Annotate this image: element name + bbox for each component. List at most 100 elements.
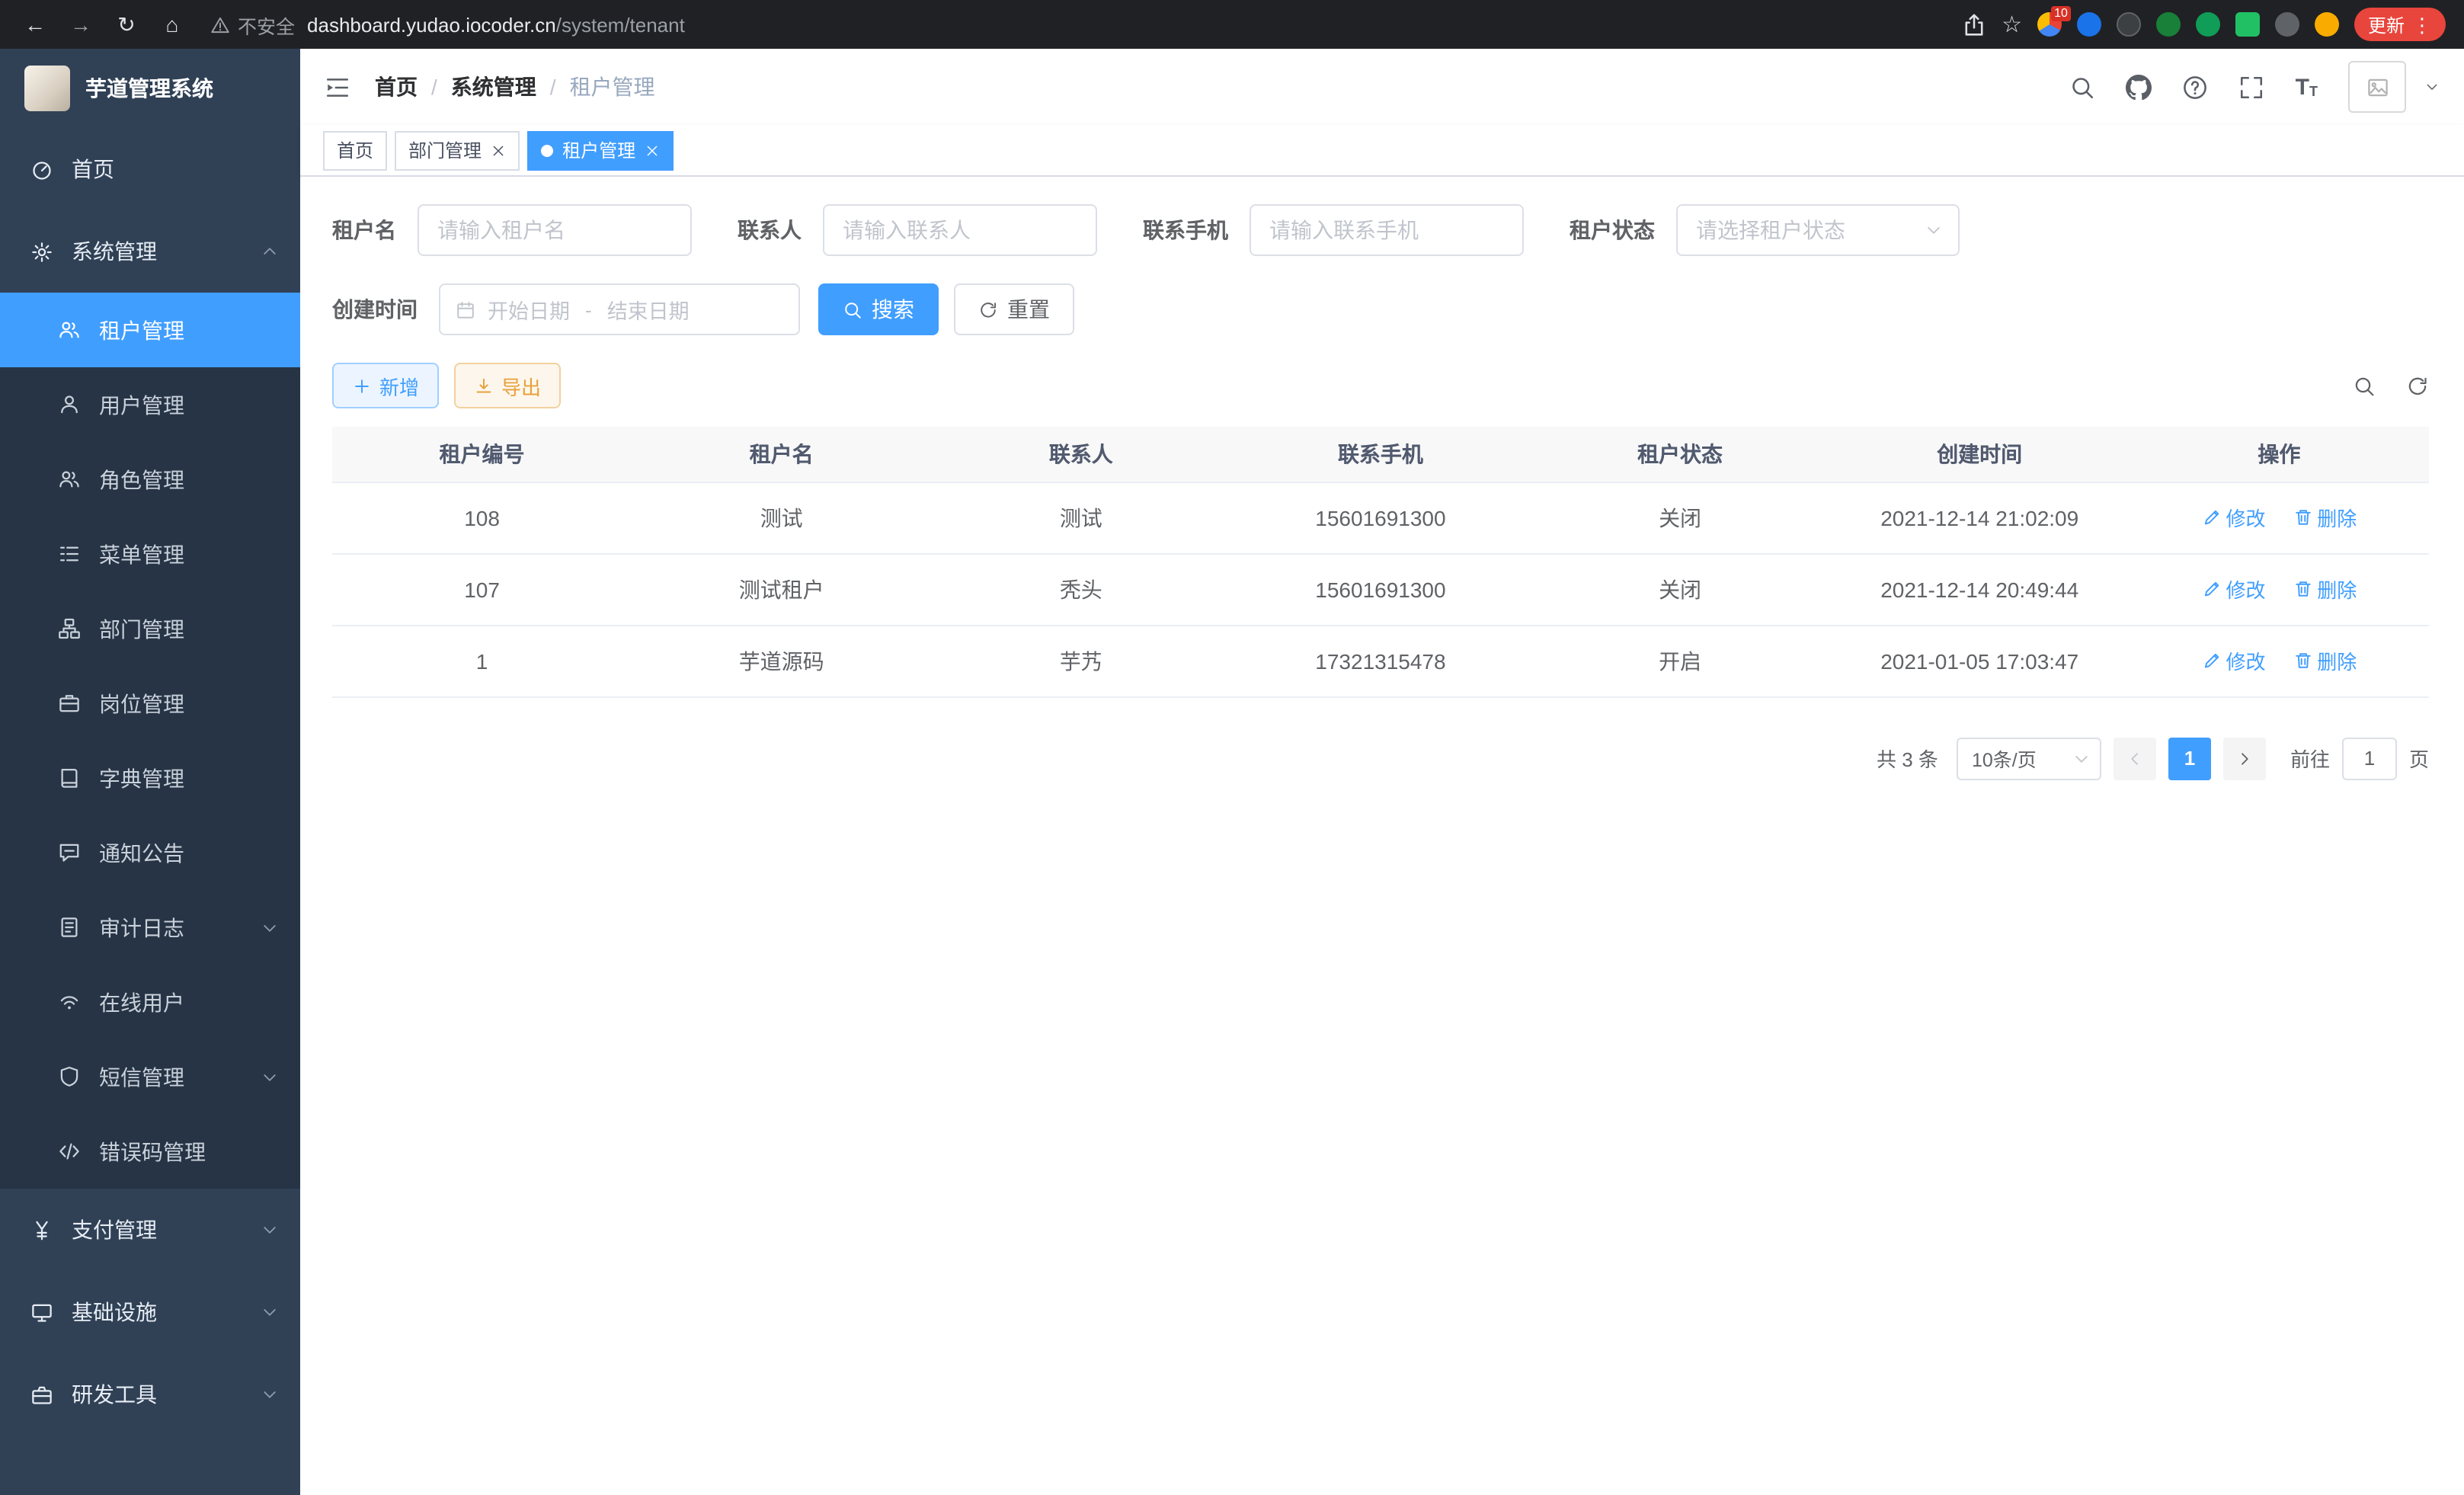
sidebar-item-label: 角色管理 [99, 464, 184, 495]
tenant-name-input[interactable] [418, 204, 692, 256]
sidebar-item-label: 菜单管理 [99, 539, 184, 569]
browser-back-button[interactable]: ← [18, 8, 52, 41]
avatar-menu-button[interactable] [2424, 79, 2440, 94]
prev-page-button[interactable] [2114, 737, 2156, 780]
question-circle-icon [2183, 74, 2209, 100]
gear-icon [30, 240, 53, 263]
status-select[interactable]: 请选择租户状态 [1676, 204, 1960, 256]
delete-link[interactable]: 删除 [2293, 646, 2357, 675]
extension-icon[interactable] [2315, 12, 2339, 37]
browser-reload-button[interactable]: ↻ [110, 8, 143, 41]
page-number-button[interactable]: 1 [2168, 737, 2211, 780]
extension-icon[interactable] [2117, 12, 2141, 37]
sidebar-item-payment[interactable]: 支付管理 [0, 1189, 300, 1271]
sidebar-item-user[interactable]: 用户管理 [0, 367, 300, 442]
breadcrumb: 首页 / 系统管理 / 租户管理 [375, 72, 655, 102]
sidebar-toggle-button[interactable] [325, 74, 350, 100]
cell-name: 测试租户 [632, 553, 931, 625]
toggle-search-button[interactable] [2353, 374, 2376, 397]
total-count: 共 3 条 [1877, 744, 1938, 773]
font-size-button[interactable]: TT [2296, 75, 2318, 98]
extension-icon[interactable] [2196, 12, 2220, 37]
browser-update-button[interactable]: 更新 ⋮ [2354, 8, 2446, 41]
add-button[interactable]: 新增 [332, 363, 439, 408]
reset-button[interactable]: 重置 [954, 283, 1074, 335]
phone-input[interactable] [1250, 204, 1524, 256]
edit-label: 修改 [2226, 575, 2265, 603]
bookmark-star-icon[interactable]: ☆ [2002, 11, 2022, 38]
extensions-puzzle-icon[interactable] [2275, 12, 2299, 37]
page-size-select[interactable]: 10条/页 [1957, 737, 2101, 780]
sidebar-item-devtools[interactable]: 研发工具 [0, 1353, 300, 1436]
tab-home[interactable]: 首页 [323, 130, 387, 170]
sidebar-item-label: 在线用户 [99, 987, 184, 1017]
breadcrumb-home[interactable]: 首页 [375, 72, 418, 102]
sidebar-item-role[interactable]: 角色管理 [0, 442, 300, 517]
help-button[interactable] [2183, 74, 2209, 100]
sidebar-item-home[interactable]: 首页 [0, 128, 300, 210]
delete-link[interactable]: 删除 [2293, 503, 2357, 532]
sidebar-item-infrastructure[interactable]: 基础设施 [0, 1271, 300, 1353]
site-security-indicator[interactable]: 不安全 [210, 10, 295, 39]
extension-icon[interactable] [2077, 12, 2101, 37]
export-button-label: 导出 [501, 371, 541, 400]
document-log-icon [58, 916, 81, 939]
toolbox-icon [30, 1383, 53, 1406]
browser-forward-button[interactable]: → [64, 8, 98, 41]
sidebar-item-audit-log[interactable]: 审计日志 [0, 890, 300, 965]
cell-name: 芋道源码 [632, 625, 931, 696]
page-unit-label: 页 [2409, 744, 2429, 773]
share-icon[interactable] [1960, 11, 1986, 37]
sidebar-item-post[interactable]: 岗位管理 [0, 666, 300, 741]
delete-link[interactable]: 删除 [2293, 575, 2357, 603]
cell-status: 开启 [1531, 625, 1830, 696]
sidebar-item-online-user[interactable]: 在线用户 [0, 965, 300, 1039]
user-icon [58, 393, 81, 416]
extension-icon[interactable] [2156, 12, 2181, 37]
sidebar-item-menu[interactable]: 菜单管理 [0, 517, 300, 591]
tab-tenant[interactable]: 租户管理 [527, 130, 674, 170]
extension-icon[interactable]: 10 [2037, 12, 2062, 37]
cell-status: 关闭 [1531, 553, 1830, 625]
edit-link[interactable]: 修改 [2201, 575, 2265, 603]
next-page-button[interactable] [2223, 737, 2266, 780]
contact-input[interactable] [823, 204, 1097, 256]
search-button-label: 搜索 [872, 294, 914, 325]
sidebar-item-tenant[interactable]: 租户管理 [0, 293, 300, 367]
edit-link[interactable]: 修改 [2201, 646, 2265, 675]
header-search-button[interactable] [2070, 74, 2096, 100]
cell-contact: 测试 [931, 482, 1230, 553]
breadcrumb-system[interactable]: 系统管理 [451, 72, 536, 102]
browser-home-button[interactable]: ⌂ [155, 8, 189, 41]
dictionary-book-icon [58, 767, 81, 789]
fullscreen-button[interactable] [2239, 74, 2265, 100]
sidebar-item-sms[interactable]: 短信管理 [0, 1039, 300, 1114]
search-button[interactable]: 搜索 [818, 283, 939, 335]
sidebar-item-system[interactable]: 系统管理 [0, 210, 300, 293]
cell-phone: 17321315478 [1230, 625, 1530, 696]
tab-dept[interactable]: 部门管理 [395, 130, 520, 170]
cell-name: 测试 [632, 482, 931, 553]
sidebar-item-dept[interactable]: 部门管理 [0, 591, 300, 666]
export-button[interactable]: 导出 [454, 363, 561, 408]
goto-page-input[interactable] [2342, 737, 2397, 780]
edit-link[interactable]: 修改 [2201, 503, 2265, 532]
hamburger-fold-icon [325, 74, 350, 100]
refresh-table-button[interactable] [2406, 374, 2429, 397]
app-logo[interactable]: 芋道管理系统 [0, 49, 300, 128]
user-avatar[interactable] [2348, 61, 2406, 113]
extension-icon[interactable] [2235, 12, 2260, 37]
plus-icon [352, 376, 372, 395]
goto-label: 前往 [2290, 744, 2330, 773]
github-link[interactable] [2126, 74, 2152, 100]
tab-close-icon[interactable] [645, 142, 660, 158]
address-bar[interactable]: 不安全 dashboard.yudao.iocoder.cn/system/te… [210, 10, 1948, 39]
tab-label: 首页 [337, 137, 373, 163]
sidebar-item-notice[interactable]: 通知公告 [0, 815, 300, 890]
create-time-range-picker[interactable]: 开始日期 - 结束日期 [439, 283, 800, 335]
sidebar-item-error-code[interactable]: 错误码管理 [0, 1114, 300, 1189]
sidebar-item-dict[interactable]: 字典管理 [0, 741, 300, 815]
sidebar-item-label: 字典管理 [99, 763, 184, 793]
tab-close-icon[interactable] [491, 142, 506, 158]
tenant-name-label: 租户名 [332, 215, 396, 245]
